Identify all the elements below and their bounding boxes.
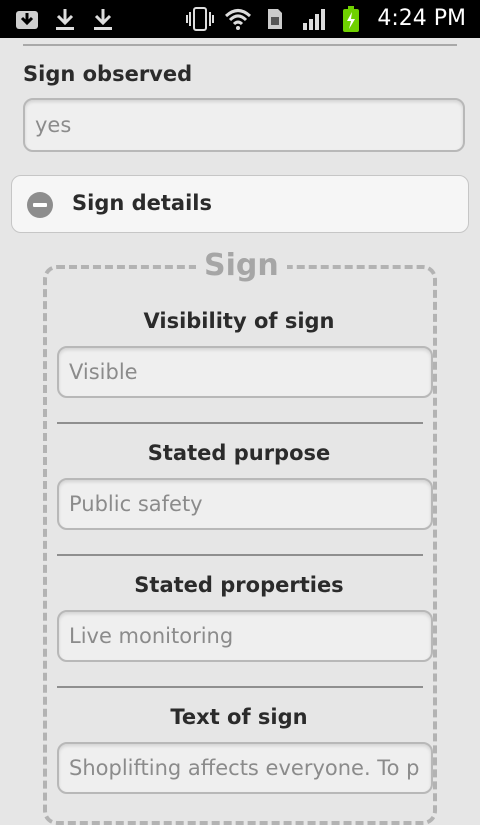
battery-charging-icon xyxy=(342,0,360,38)
stated-properties-input[interactable]: Live monitoring xyxy=(57,610,433,662)
visibility-of-sign-input[interactable]: Visible xyxy=(57,346,433,398)
download-icon xyxy=(92,0,114,38)
section-title: Sign details xyxy=(72,191,212,215)
signal-icon xyxy=(302,0,328,38)
download-tray-icon xyxy=(14,0,40,38)
sd-card-icon xyxy=(266,0,284,38)
visibility-of-sign-label: Visibility of sign xyxy=(143,309,335,333)
stated-purpose-input[interactable]: Public safety xyxy=(57,478,433,530)
sign-details-section-header[interactable]: Sign details xyxy=(11,175,469,233)
field-divider xyxy=(57,422,423,424)
text-of-sign-input[interactable]: Shoplifting affects everyone. To p xyxy=(57,742,433,794)
status-bar: 4:24 PM xyxy=(0,0,480,38)
download-icon xyxy=(54,0,76,38)
sign-observed-input[interactable]: yes xyxy=(23,98,465,152)
clock: 4:24 PM xyxy=(377,6,466,31)
wifi-icon xyxy=(224,0,252,38)
fieldset-legend: Sign xyxy=(196,248,287,283)
text-of-sign-label: Text of sign xyxy=(170,705,308,729)
sign-observed-label: Sign observed xyxy=(23,62,193,86)
top-divider xyxy=(23,44,457,46)
field-divider xyxy=(57,686,423,688)
vibrate-icon xyxy=(185,0,215,38)
stated-purpose-label: Stated purpose xyxy=(147,441,331,465)
collapse-icon xyxy=(27,192,53,218)
stated-properties-label: Stated properties xyxy=(134,573,344,597)
field-divider xyxy=(57,554,423,556)
